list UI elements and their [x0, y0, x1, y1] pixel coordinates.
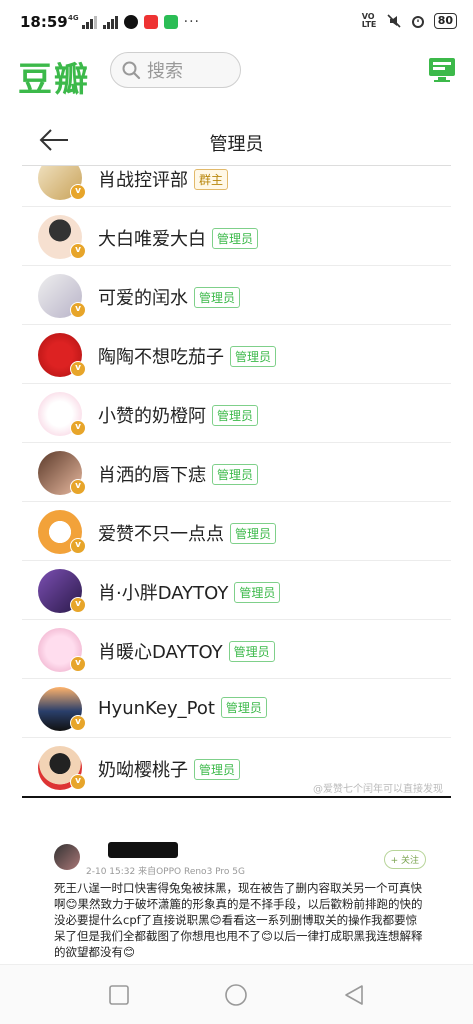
wechat-icon — [163, 15, 178, 29]
follow-button[interactable]: + 关注 — [383, 850, 426, 869]
verified-v-icon: v — [70, 420, 86, 436]
admin-row[interactable]: v HyunKey_Pot 管理员 — [22, 679, 451, 738]
admin-row[interactable]: v 爱赞不只一点点 管理员 — [22, 502, 451, 561]
member-name-line: 肖暖心DAYTOY 管理员 — [98, 638, 275, 664]
member-name: 肖暖心DAYTOY — [98, 642, 223, 663]
member-name: 奶呦樱桃子 — [98, 760, 188, 781]
screenshot-title: 管理员 — [209, 134, 264, 155]
status-left-icons: 4G ··· — [68, 14, 200, 30]
search-icon — [122, 61, 141, 80]
role-badge: 管理员 — [194, 759, 241, 780]
comment-meta: 2-10 15:32 来自OPPO Reno3 Pro 5G — [86, 867, 245, 877]
admin-row[interactable]: v 可爱的闰水 管理员 — [22, 266, 451, 325]
qq-icon — [123, 15, 138, 29]
recent-apps-icon[interactable] — [107, 983, 131, 1007]
member-name-line: 爱赞不只一点点 管理员 — [98, 520, 277, 546]
member-name-line: HyunKey_Pot 管理员 — [98, 697, 267, 719]
role-badge: 群主 — [194, 169, 229, 190]
role-badge: 管理员 — [220, 697, 267, 718]
search-box[interactable]: 搜索 — [110, 52, 241, 88]
role-badge: 管理员 — [194, 287, 241, 308]
alarm-icon — [411, 16, 424, 28]
verified-v-icon: v — [70, 243, 86, 259]
comment-body: 死王八逞一时口快害得兔兔被抹黑，现在被告了删内容取关另一个可真快啊😊果然致力于破… — [54, 881, 423, 959]
verified-v-icon: v — [70, 361, 86, 377]
member-name: 肖战控评部 — [98, 170, 188, 191]
status-bar: 18:59 4G ··· VO LTE 80 — [0, 0, 473, 44]
commenter-avatar — [54, 844, 80, 870]
member-name-line: 小赞的奶橙阿 管理员 — [98, 402, 259, 428]
redacted-username — [108, 842, 178, 858]
role-badge: 管理员 — [228, 641, 275, 662]
verified-v-icon: v — [70, 302, 86, 318]
role-badge: 管理员 — [212, 464, 259, 485]
comment-card: 2-10 15:32 来自OPPO Reno3 Pro 5G + 关注 死王八逞… — [46, 836, 426, 960]
admin-row[interactable]: v 肖暖心DAYTOY 管理员 — [22, 620, 451, 679]
member-name: 肖洒的唇下痣 — [98, 465, 206, 486]
member-name-line: 奶呦樱桃子 管理员 — [98, 756, 241, 782]
member-name-line: 肖洒的唇下痣 管理员 — [98, 461, 259, 487]
admin-row[interactable]: v 陶陶不想吃茄子 管理员 — [22, 325, 451, 384]
mute-icon — [387, 14, 401, 28]
volte-icon: VO LTE — [361, 12, 377, 29]
role-badge: 管理员 — [234, 582, 281, 603]
verified-v-icon: v — [70, 184, 86, 200]
admin-list-screenshot: 管理员 v 肖战控评部 群主 v 大白唯爱大白 管理员 v 可爱的闰水 管理员 v 陶陶不想吃茄子管… — [22, 118, 451, 798]
role-badge: 管理员 — [230, 523, 277, 544]
member-name: 小赞的奶橙阿 — [98, 406, 206, 427]
video-app-icon — [143, 15, 158, 29]
member-name-line: 可爱的闰水 管理员 — [98, 284, 241, 310]
network-label: 4G — [68, 14, 79, 22]
member-name-line: 肖战控评部 群主 — [98, 166, 229, 192]
member-name-line: 大白唯爱大白 管理员 — [98, 225, 259, 251]
member-name: 爱赞不只一点点 — [98, 524, 224, 545]
role-badge: 管理员 — [212, 228, 259, 249]
status-right-icons: VO LTE 80 — [362, 13, 457, 29]
signal-icon — [81, 15, 97, 29]
member-name: 可爱的闰水 — [98, 288, 188, 309]
member-name: 陶陶不想吃茄子 — [98, 347, 224, 368]
member-name: HyunKey_Pot — [98, 698, 215, 719]
verified-v-icon: v — [70, 538, 86, 554]
admin-row[interactable]: v 小赞的奶橙阿 管理员 — [22, 384, 451, 443]
screenshot-top-bar: 管理员 — [22, 118, 451, 166]
role-badge: 管理员 — [230, 346, 277, 367]
role-badge: 管理员 — [212, 405, 259, 426]
home-icon[interactable] — [224, 983, 248, 1007]
watermark-text: @爱赞七个闰年可以直接发现 — [313, 784, 443, 795]
back-icon[interactable] — [342, 983, 366, 1007]
verified-v-icon: v — [70, 774, 86, 790]
app-header: 豆瓣 搜索 — [0, 44, 473, 100]
verified-v-icon: v — [70, 597, 86, 613]
verified-v-icon: v — [70, 479, 86, 495]
signal-2-icon — [102, 15, 118, 29]
search-placeholder: 搜索 — [147, 61, 183, 82]
status-time: 18:59 — [20, 13, 68, 31]
monitor-icon[interactable] — [427, 56, 457, 84]
admin-list: v 肖战控评部 群主 v 大白唯爱大白 管理员 v 可爱的闰水 管理员 v 陶陶不想吃茄子 管理员 v 小… — [22, 148, 451, 796]
member-name: 大白唯爱大白 — [98, 229, 206, 250]
verified-v-icon: v — [70, 715, 86, 731]
member-name: 肖·小胖DAYTOY — [98, 583, 229, 604]
admin-row[interactable]: v 肖·小胖DAYTOY 管理员 — [22, 561, 451, 620]
member-name-line: 肖·小胖DAYTOY 管理员 — [98, 579, 281, 605]
member-name-line: 陶陶不想吃茄子 管理员 — [98, 343, 277, 369]
verified-v-icon: v — [70, 656, 86, 672]
admin-row[interactable]: v 大白唯爱大白 管理员 — [22, 207, 451, 266]
douban-logo[interactable]: 豆瓣 — [18, 52, 90, 101]
system-nav-bar — [0, 964, 473, 1024]
admin-row[interactable]: v 肖洒的唇下痣 管理员 — [22, 443, 451, 502]
more-notifications-icon: ··· — [183, 14, 200, 30]
battery-indicator: 80 — [433, 13, 457, 29]
